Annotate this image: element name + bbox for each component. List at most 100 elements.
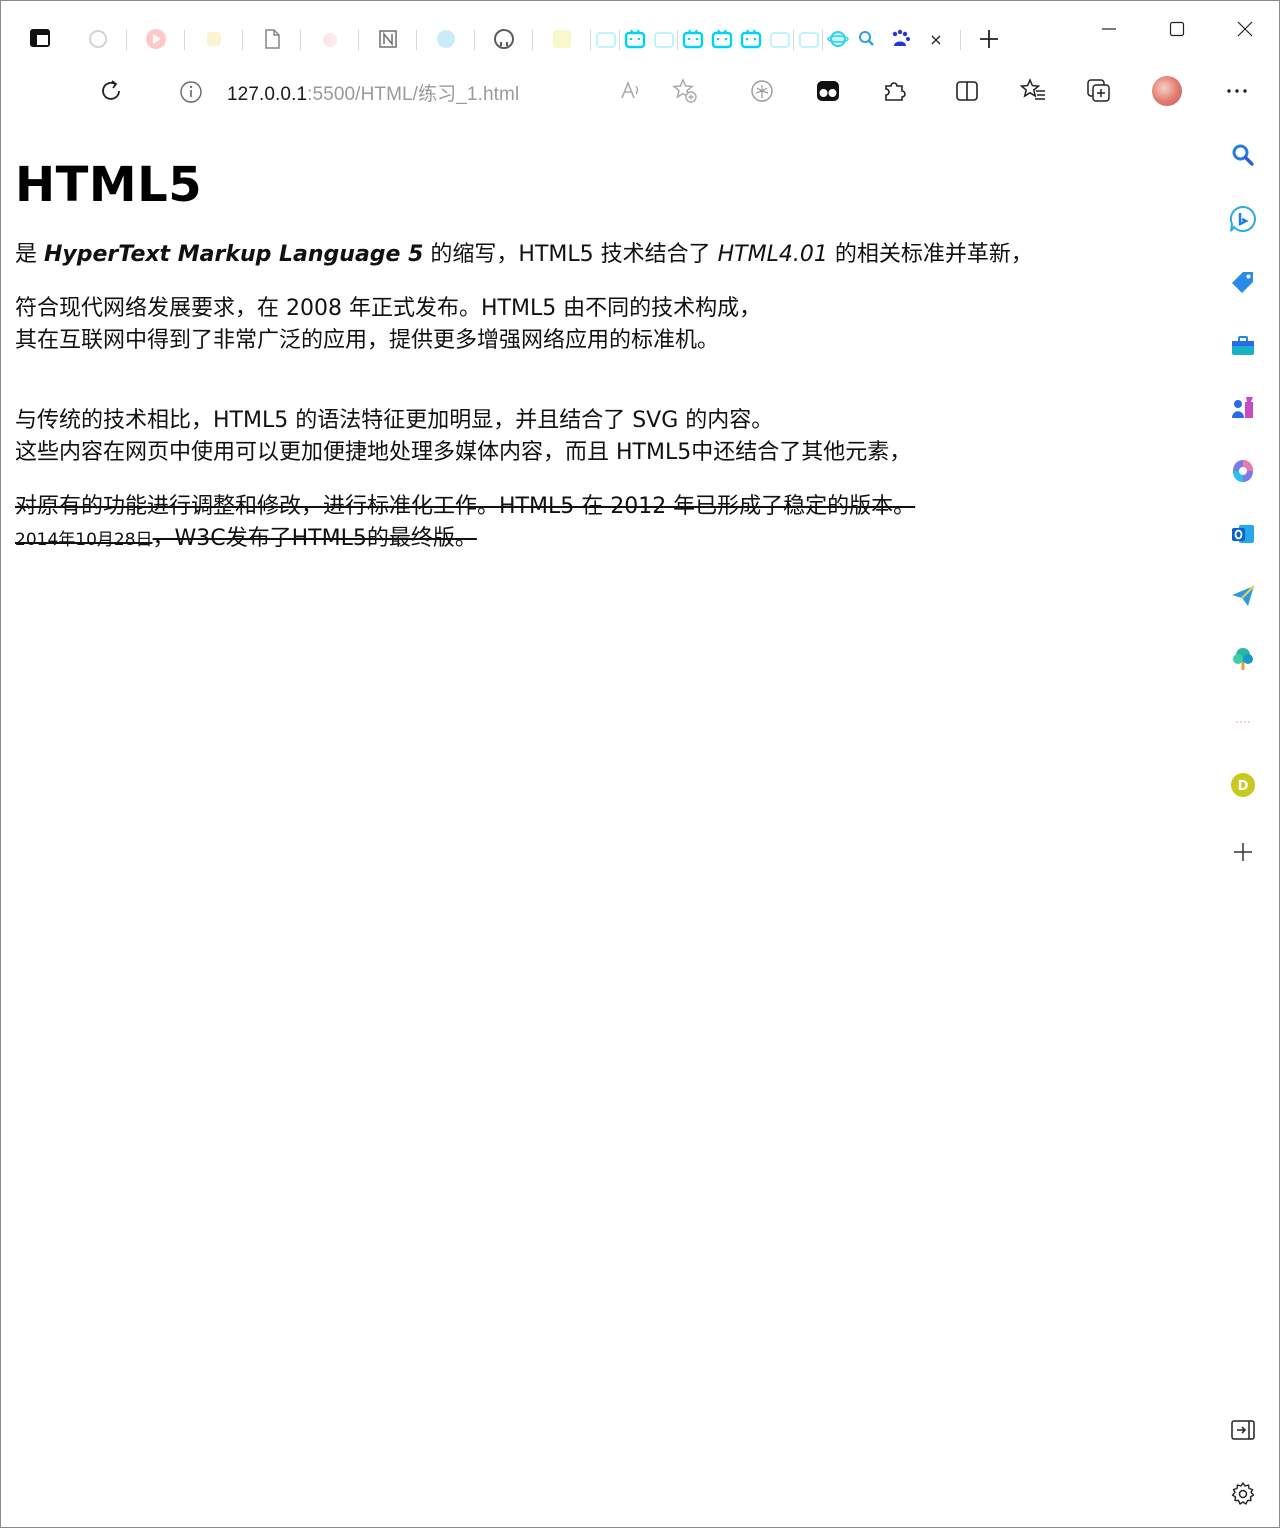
svg-text:D: D (1238, 779, 1249, 794)
sidebar-search-button[interactable] (1225, 137, 1261, 173)
tab-actions-button[interactable] (23, 21, 57, 55)
tab-close-button[interactable]: × (927, 30, 945, 49)
tree-icon (1233, 648, 1253, 670)
tab-16[interactable] (765, 21, 794, 57)
globe-icon (435, 28, 457, 50)
youtube-icon (145, 28, 167, 50)
doc-yellow-icon (203, 28, 225, 50)
read-aloud-button[interactable] (613, 73, 649, 109)
bilibili-icon (624, 28, 646, 50)
search-icon (1232, 144, 1254, 166)
sidebar-send-button[interactable] (1225, 578, 1261, 614)
sidebar-games-button[interactable] (1225, 390, 1261, 426)
sidebar-tools-button[interactable] (1225, 328, 1261, 364)
copilot-icon (1233, 460, 1253, 482)
tab-active[interactable]: × (881, 21, 961, 57)
profile-button[interactable] (1149, 73, 1185, 109)
sidebar-collapse-button[interactable] (1225, 1412, 1261, 1448)
tab-15[interactable] (736, 21, 765, 57)
p1-text-a: 是 (15, 242, 44, 267)
bilibili-icon (682, 28, 704, 50)
browser-window: × 127.0.0.1:5500/HTML/练习_1.html HTML5 是 … (0, 0, 1280, 1528)
d-icon: D (1231, 773, 1255, 797)
tab-19[interactable] (852, 21, 881, 57)
tab-13[interactable] (678, 21, 707, 57)
p3-line-2: 这些内容在网页中使用可以更加便捷地处理多媒体内容，而且 HTML5中还结合了其他… (15, 440, 912, 465)
bilibili-icon (711, 28, 733, 50)
bilibili-icon (595, 28, 617, 50)
tab-18[interactable] (823, 21, 852, 57)
extension-2-button[interactable] (810, 73, 846, 109)
sidebar-collapse-icon (1231, 1420, 1255, 1440)
refresh-icon (87, 28, 109, 50)
new-tab-button[interactable] (969, 21, 1009, 57)
sidebar-shopping-button[interactable] (1225, 264, 1261, 300)
send-icon (1232, 585, 1255, 606)
p4-line-2: ，W3C发布了HTML5的最终版。 (152, 526, 477, 551)
tab-7[interactable] (417, 21, 475, 57)
sidebar-add-button[interactable] (1225, 834, 1261, 870)
toolbar: 127.0.0.1:5500/HTML/练习_1.html (1, 63, 1279, 121)
url-host: 127.0.0.1 (227, 83, 308, 105)
document-icon (261, 28, 283, 50)
sidebar-tree-button[interactable] (1225, 641, 1261, 677)
bilibili-icon (740, 28, 762, 50)
maximize-button[interactable] (1143, 9, 1211, 49)
games-icon (1232, 397, 1253, 418)
minimize-button[interactable] (1075, 9, 1143, 49)
bilibili-icon (769, 28, 791, 50)
close-window-button[interactable] (1211, 9, 1279, 49)
palm-extension-icon (751, 80, 773, 102)
collections-button[interactable] (1081, 73, 1117, 109)
p4-date: 2014年10月28日 (15, 530, 153, 550)
favorites-button[interactable] (1015, 73, 1051, 109)
paragraph-4-strikethrough: 对原有的功能进行调整和修改，进行标准化工作。HTML5 在 2012 年已形成了… (15, 491, 1195, 556)
bilibili-icon (653, 28, 675, 50)
planet-icon (826, 28, 849, 50)
bing-chat-icon (1229, 205, 1256, 232)
tab-17[interactable] (794, 21, 823, 57)
tab-1[interactable] (69, 21, 127, 57)
sidebar-bing-button[interactable] (1225, 201, 1261, 237)
tab-3[interactable] (185, 21, 243, 57)
sidebar-copilot-button[interactable] (1225, 453, 1261, 489)
tab-strip: × (1, 1, 1279, 63)
github-icon (493, 28, 515, 50)
tab-2[interactable] (127, 21, 185, 57)
tab-11[interactable] (620, 21, 649, 57)
split-screen-button[interactable] (949, 73, 985, 109)
sidebar-daily-button[interactable] (1225, 704, 1261, 740)
window-controls (1075, 9, 1279, 49)
extension-1-button[interactable] (744, 73, 780, 109)
refresh-button[interactable] (93, 73, 129, 109)
puzzle-icon (885, 82, 906, 101)
add-favorite-button[interactable] (667, 73, 703, 109)
paragraph-2: 符合现代网络发展要求，在 2008 年正式发布。HTML5 由不同的技术构成， 其… (15, 293, 1195, 357)
p2-line-1: 符合现代网络发展要求，在 2008 年正式发布。HTML5 由不同的技术构成， (15, 296, 762, 321)
url-text[interactable]: 127.0.0.1:5500/HTML/练习_1.html (227, 79, 519, 106)
sidebar-d-button[interactable]: D (1225, 767, 1261, 803)
tab-5[interactable] (301, 21, 359, 57)
p1-text-e: 的相关标准并革新， (827, 242, 1033, 267)
tab-14[interactable] (707, 21, 736, 57)
cat-icon (319, 28, 341, 50)
sidebar-outlook-button[interactable] (1225, 516, 1261, 552)
settings-icon (1231, 1482, 1255, 1505)
tab-10[interactable] (591, 21, 620, 57)
edge-sidebar: D (1209, 121, 1279, 1527)
p2-line-2: 其在互联网中得到了非常广泛的应用，提供更多增强网络应用的标准机。 (15, 328, 720, 353)
site-info-icon[interactable] (171, 75, 211, 109)
tab-6[interactable] (359, 21, 417, 57)
tab-9[interactable] (533, 21, 591, 57)
sidebar-settings-button[interactable] (1225, 1476, 1261, 1512)
settings-more-button[interactable] (1219, 73, 1255, 109)
favorites-icon (1019, 78, 1045, 100)
bilibili-icon (798, 28, 820, 50)
m-icon (551, 28, 573, 50)
tab-12[interactable] (649, 21, 678, 57)
extensions-button[interactable] (876, 73, 912, 109)
tab-4[interactable] (243, 21, 301, 57)
star-add-icon (672, 78, 697, 103)
collections-icon (1087, 79, 1110, 102)
tab-8[interactable] (475, 21, 533, 57)
